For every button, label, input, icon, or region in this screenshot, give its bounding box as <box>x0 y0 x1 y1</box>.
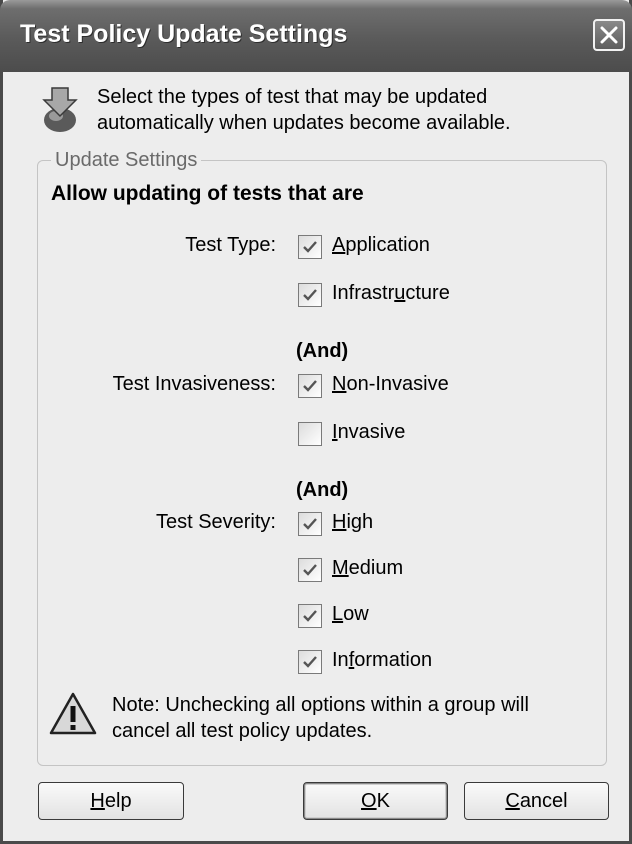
low-checkbox[interactable] <box>298 604 322 628</box>
close-icon <box>600 26 618 44</box>
invasive-checkbox[interactable] <box>298 422 322 446</box>
ok-button[interactable]: OK <box>303 782 448 820</box>
application-checkbox[interactable] <box>298 235 322 259</box>
checkmark-icon <box>303 610 317 622</box>
group-legend: Update Settings <box>51 149 202 172</box>
allow-heading: Allow updating of tests that are <box>51 182 364 205</box>
cancel-button[interactable]: Cancel <box>464 782 609 820</box>
note-line-1: Note: Unchecking all options within a gr… <box>112 694 529 716</box>
and-label-2: (And) <box>296 479 349 501</box>
high-checkbox[interactable] <box>298 512 322 536</box>
note-line-2: cancel all test policy updates. <box>112 720 373 742</box>
checkmark-icon <box>303 518 317 530</box>
non-invasive-checkbox[interactable] <box>298 374 322 398</box>
information-checkbox[interactable] <box>298 650 322 674</box>
window-title: Test Policy Update Settings <box>20 20 348 48</box>
help-button[interactable]: Help <box>38 782 184 820</box>
invasiveness-label: Test Invasiveness: <box>112 373 276 395</box>
checkmark-icon <box>303 380 317 392</box>
infrastructure-label[interactable]: Infrastructure <box>332 282 450 305</box>
and-label-1: (And) <box>296 340 349 362</box>
severity-label: Test Severity: <box>155 511 276 533</box>
medium-label[interactable]: Medium <box>332 557 403 580</box>
intro-text: Select the types of test that may be upd… <box>97 84 511 136</box>
warning-icon <box>49 692 97 735</box>
test-type-label: Test Type: <box>185 234 276 256</box>
invasive-label[interactable]: Invasive <box>332 421 405 444</box>
checkmark-icon <box>303 564 317 576</box>
title-bar[interactable]: Test Policy Update Settings <box>0 0 632 72</box>
checkmark-icon <box>303 289 317 301</box>
non-invasive-label[interactable]: Non-Invasive <box>332 373 449 396</box>
infrastructure-checkbox[interactable] <box>298 283 322 307</box>
close-button[interactable] <box>593 19 625 51</box>
application-label[interactable]: Application <box>332 234 430 257</box>
low-label[interactable]: Low <box>332 603 369 626</box>
information-label[interactable]: Information <box>332 649 432 672</box>
note-text: Note: Unchecking all options within a gr… <box>112 692 529 744</box>
checkmark-icon <box>303 241 317 253</box>
intro-line-1: Select the types of test that may be upd… <box>97 86 488 108</box>
intro-line-2: automatically when updates become availa… <box>97 112 511 134</box>
medium-checkbox[interactable] <box>298 558 322 582</box>
high-label[interactable]: High <box>332 511 373 534</box>
download-arrow-icon <box>42 87 78 132</box>
checkmark-icon <box>303 656 317 668</box>
